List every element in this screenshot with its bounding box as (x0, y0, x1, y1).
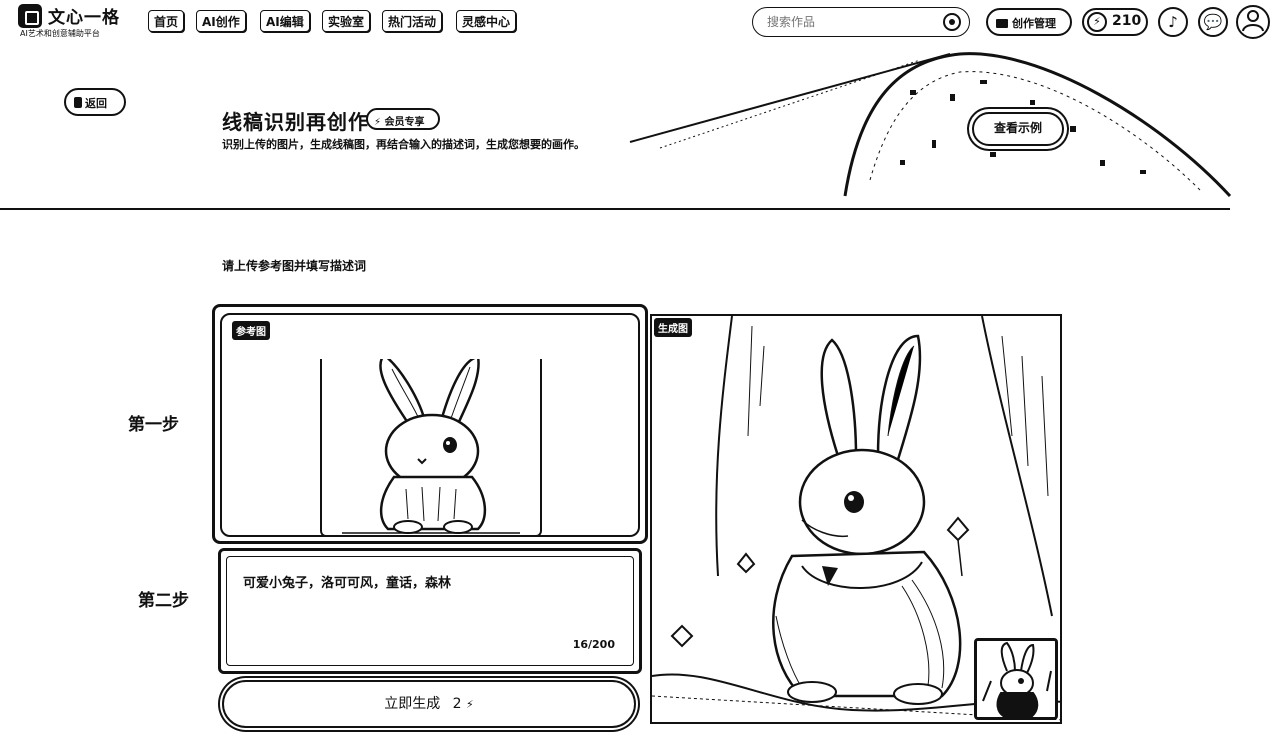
generate-cost: 2 (452, 696, 462, 712)
result-thumbnail[interactable] (974, 638, 1058, 720)
nav-ai-create[interactable]: AI创作 (196, 10, 246, 32)
feature-banner: 返回 线稿识别再创作 ⚡ 会员专享 识别上传的图片，生成线稿图，再结合输入的描述… (0, 44, 1280, 214)
back-label: 返回 (85, 97, 107, 110)
banner-divider (0, 208, 1230, 210)
vip-badge-label: 会员专享 (384, 117, 425, 128)
nav-events[interactable]: 热门活动 (382, 10, 443, 32)
bolt-icon: ⚡ (374, 117, 382, 128)
nav-ai-edit[interactable]: AI编辑 (260, 10, 310, 32)
nav-inspiration[interactable]: 灵感中心 (456, 10, 517, 32)
logo-title: 文心一格 (48, 8, 120, 28)
points-value: 210 (1112, 13, 1142, 29)
reference-tag: 参考图 (232, 321, 270, 340)
back-button[interactable]: 返回 (64, 88, 126, 116)
bolt-icon: ⚡ (466, 698, 474, 711)
upload-instruction: 请上传参考图并填写描述词 (222, 259, 367, 273)
generate-button[interactable]: 立即生成 2 ⚡ (222, 680, 636, 728)
bolt-icon: ⚡ (1087, 12, 1107, 32)
character-counter: 16/200 (572, 638, 615, 651)
reference-image (320, 353, 542, 535)
description-text: 可爱小兔子，洛可可风，童话，森林 (243, 576, 452, 591)
logo-subtitle: AI艺术和创意辅助平台 (20, 29, 100, 38)
rabbit-sketch (342, 353, 520, 534)
thumbnail-rabbit (977, 641, 1055, 717)
works-label: 创作管理 (1012, 17, 1056, 30)
folder-icon (996, 19, 1008, 28)
back-arrow-icon (74, 97, 82, 108)
banner-decoration (629, 52, 1232, 198)
reference-image-upload[interactable]: 参考图 (212, 304, 648, 544)
generated-tag: 生成图 (654, 318, 692, 337)
search-input[interactable] (765, 13, 935, 31)
reference-image-frame: 参考图 (220, 313, 640, 537)
logo-cube-icon (18, 4, 42, 28)
view-example-button[interactable]: 查看示例 (972, 112, 1064, 146)
vip-badge: ⚡ 会员专享 (366, 108, 440, 130)
search-icon[interactable] (943, 13, 961, 31)
description-input-card[interactable]: 可爱小兔子，洛可可风，童话，森林 16/200 (218, 548, 642, 674)
step-two-label: 第二步 (138, 591, 189, 611)
description-textarea[interactable]: 可爱小兔子，洛可可风，童话，森林 16/200 (226, 556, 634, 666)
page-title: 线稿识别再创作 (222, 110, 369, 134)
site-logo[interactable]: 文心一格 AI艺术和创意辅助平台 (18, 4, 128, 40)
nav-home[interactable]: 首页 (148, 10, 185, 32)
page-description: 识别上传的图片，生成线稿图，再结合输入的描述词，生成您想要的画作。 (222, 138, 585, 151)
step-one-label: 第一步 (128, 415, 179, 435)
generate-label: 立即生成 (384, 696, 441, 712)
nav-lab[interactable]: 实验室 (322, 10, 371, 32)
